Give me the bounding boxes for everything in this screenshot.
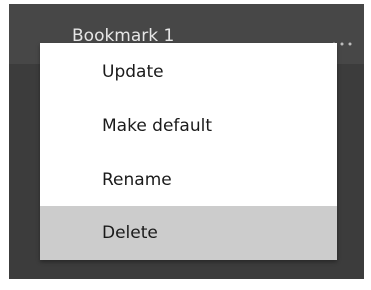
menu-item-rename[interactable]: Rename [40, 153, 337, 207]
menu-item-make-default[interactable]: Make default [40, 99, 337, 153]
ellipsis-icon[interactable] [331, 32, 353, 46]
bookmark-context-menu: Update Make default Rename Delete [40, 43, 337, 260]
menu-item-update[interactable]: Update [40, 45, 337, 99]
menu-item-delete[interactable]: Delete [40, 206, 337, 260]
